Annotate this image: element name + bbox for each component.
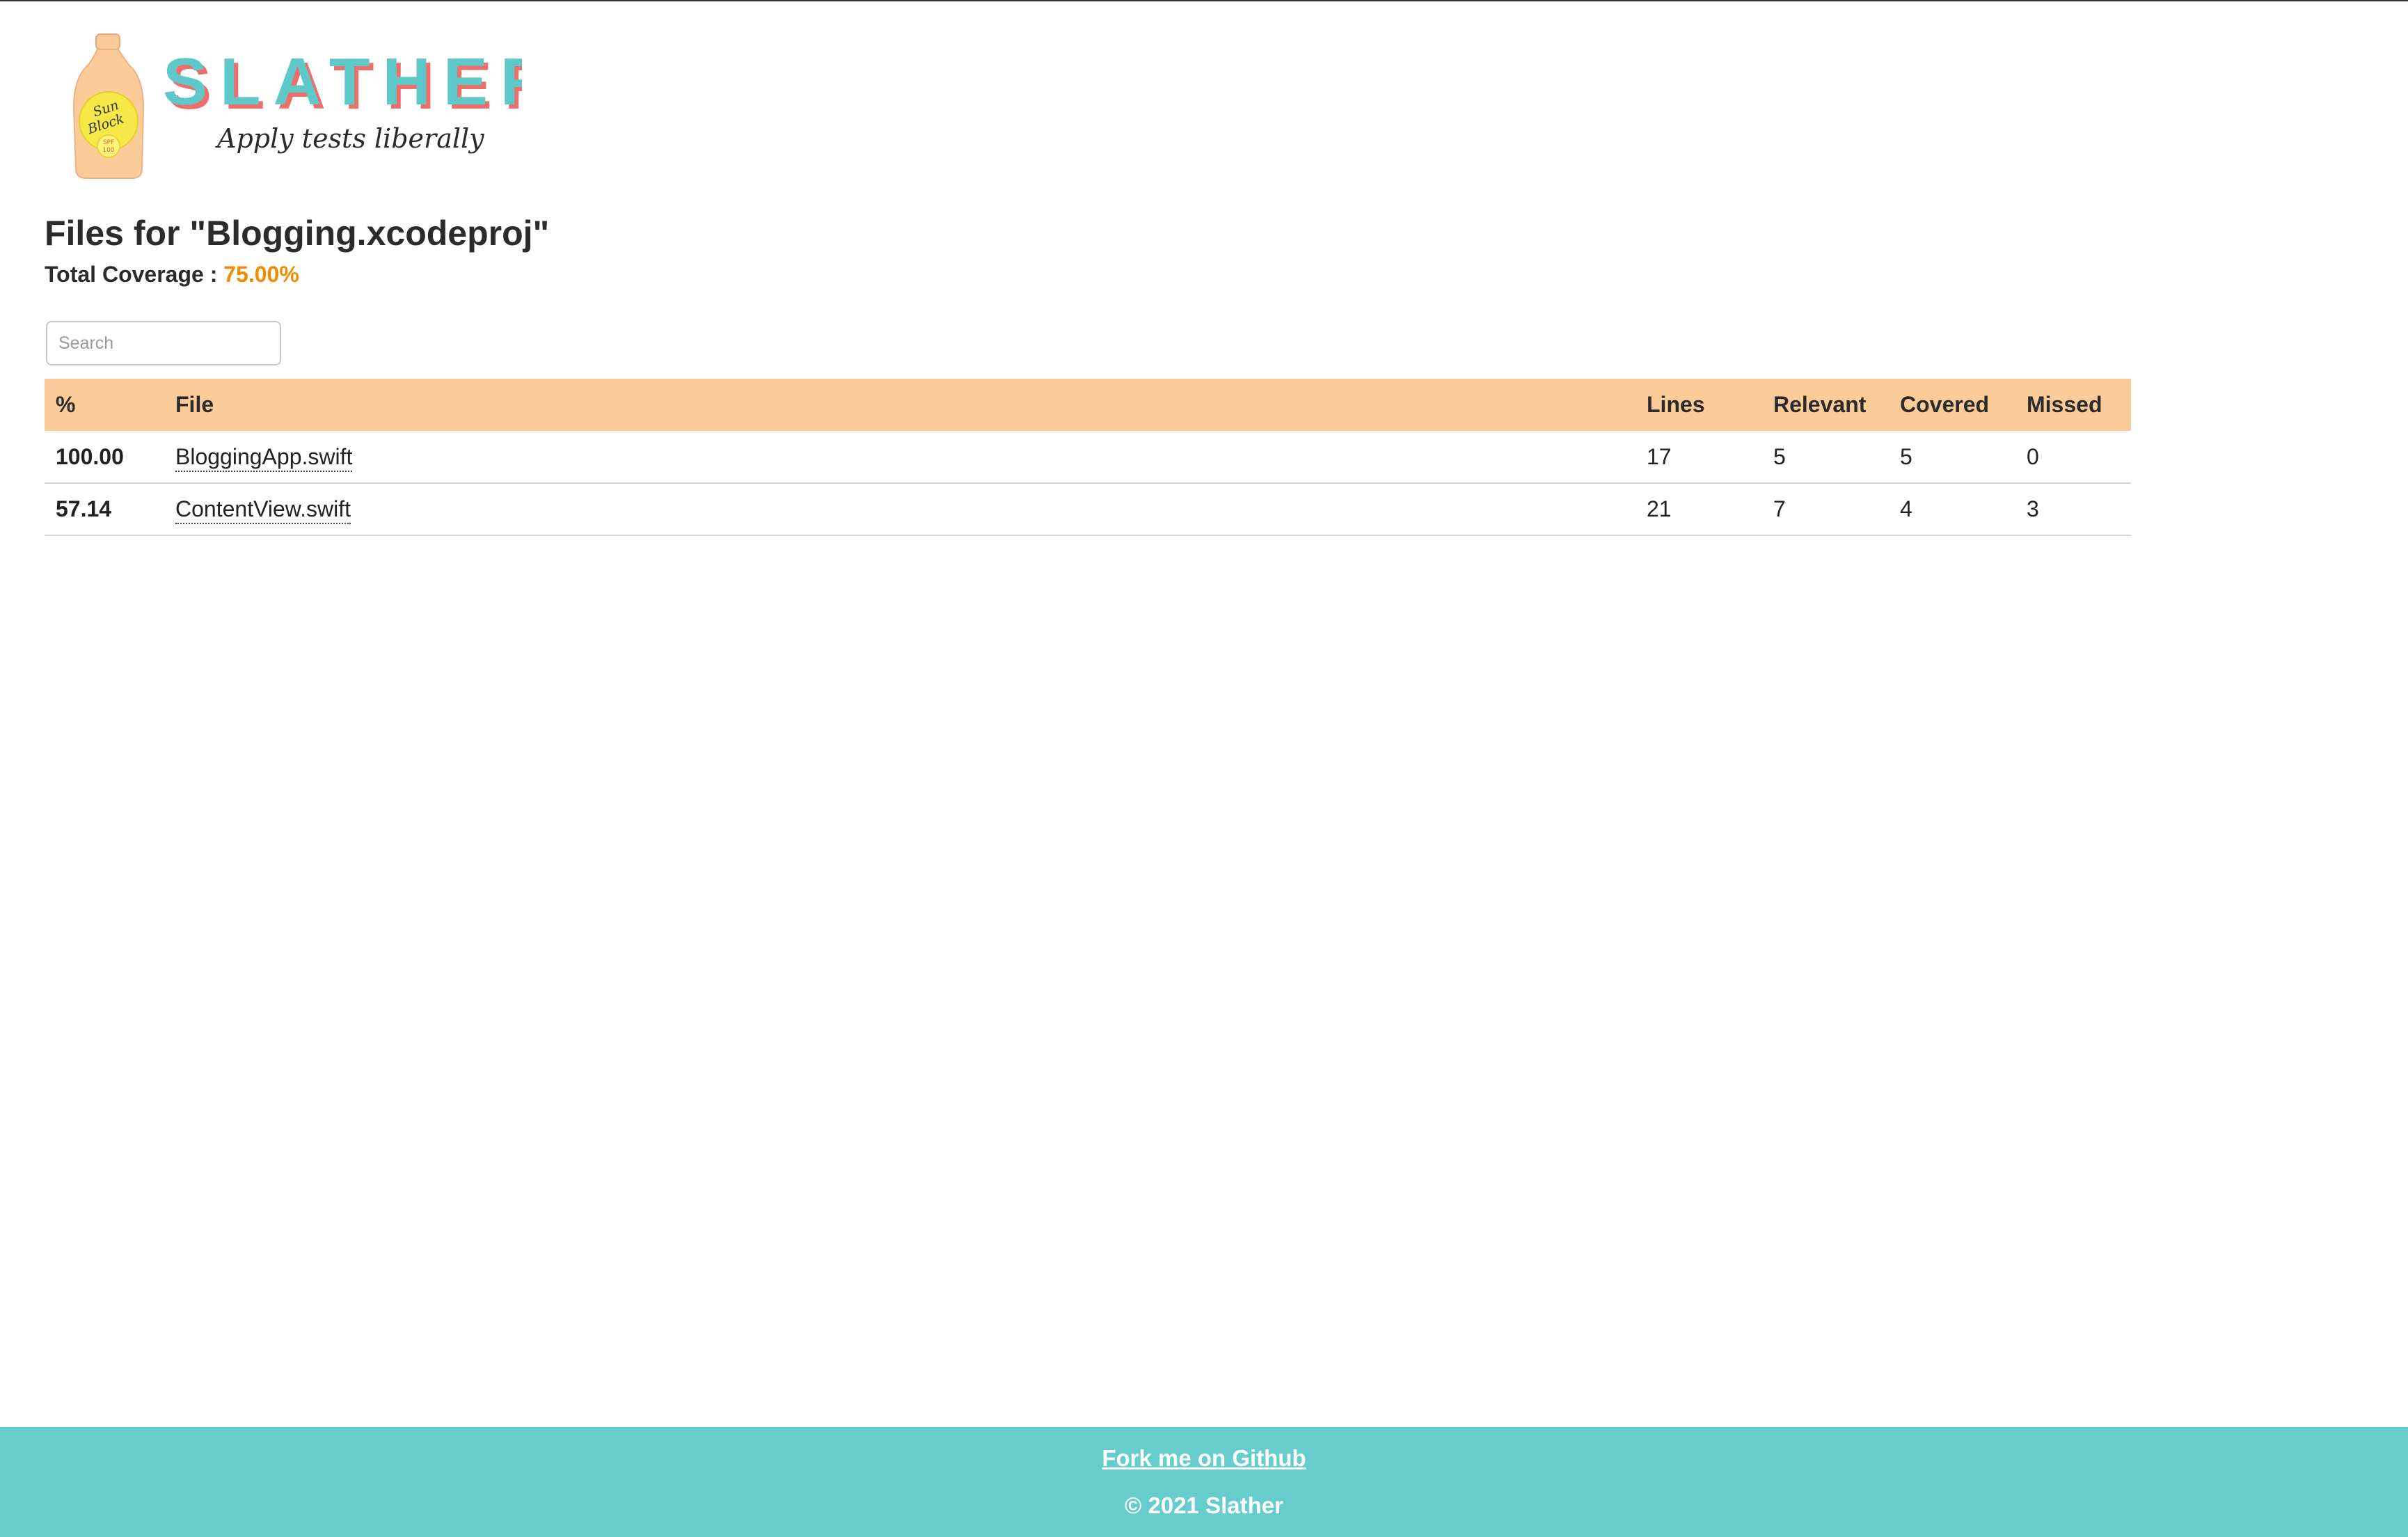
table-row: 100.00 BloggingApp.swift 17 5 5 0 (45, 431, 2131, 484)
search-input[interactable] (46, 321, 281, 365)
row-missed: 0 (2015, 431, 2131, 484)
page-title: Files for "Blogging.xcodeproj" (45, 214, 550, 253)
table-row: 57.14 ContentView.swift 21 7 4 3 (45, 483, 2131, 536)
coverage-label: Total Coverage : (45, 262, 218, 287)
bottle-spf-value: 100 (102, 147, 114, 154)
coverage-value: 75.00% (223, 262, 299, 287)
bottle-spf: SPF (103, 139, 114, 146)
total-coverage: Total Coverage : 75.00% (45, 262, 299, 287)
table-header: % File Lines Relevant Covered Missed (45, 379, 2131, 431)
brand-tagline: Apply tests liberally (215, 123, 484, 154)
coverage-report-page: Sun Block SPF 100 SLATHER SLATHER Apply … (0, 0, 2408, 1537)
column-header-relevant[interactable]: Relevant (1762, 379, 1889, 431)
column-header-covered[interactable]: Covered (1889, 379, 2015, 431)
table-header-row: % File Lines Relevant Covered Missed (45, 379, 2131, 431)
slather-logo-graphic: Sun Block SPF 100 SLATHER SLATHER Apply … (72, 33, 522, 179)
column-header-percent[interactable]: % (45, 379, 164, 431)
fork-github-link[interactable]: Fork me on Github (1102, 1445, 1306, 1471)
column-header-missed[interactable]: Missed (2015, 379, 2131, 431)
row-relevant: 7 (1762, 483, 1889, 536)
column-header-lines[interactable]: Lines (1635, 379, 1762, 431)
column-header-file[interactable]: File (164, 379, 1635, 431)
row-covered: 4 (1889, 483, 2015, 536)
row-file-cell: ContentView.swift (164, 483, 1635, 536)
row-lines: 21 (1635, 483, 1762, 536)
row-lines: 17 (1635, 431, 1762, 484)
fork-container: Fork me on Github (0, 1445, 2408, 1472)
row-relevant: 5 (1762, 431, 1889, 484)
row-missed: 3 (2015, 483, 2131, 536)
row-coverage-percent: 100.00 (45, 431, 164, 484)
footer: Fork me on Github © 2021 Slather (0, 1427, 2408, 1537)
file-link[interactable]: ContentView.swift (175, 496, 351, 524)
files-table: % File Lines Relevant Covered Missed 100… (45, 379, 2131, 536)
copyright: © 2021 Slather (1125, 1492, 1283, 1518)
brand-name: SLATHER (163, 45, 522, 119)
row-coverage-percent: 57.14 (45, 483, 164, 536)
row-file-cell: BloggingApp.swift (164, 431, 1635, 484)
file-link[interactable]: BloggingApp.swift (175, 443, 353, 472)
table-body: 100.00 BloggingApp.swift 17 5 5 0 57.14 … (45, 431, 2131, 536)
row-covered: 5 (1889, 431, 2015, 484)
slather-logo: Sun Block SPF 100 SLATHER SLATHER Apply … (70, 31, 522, 184)
